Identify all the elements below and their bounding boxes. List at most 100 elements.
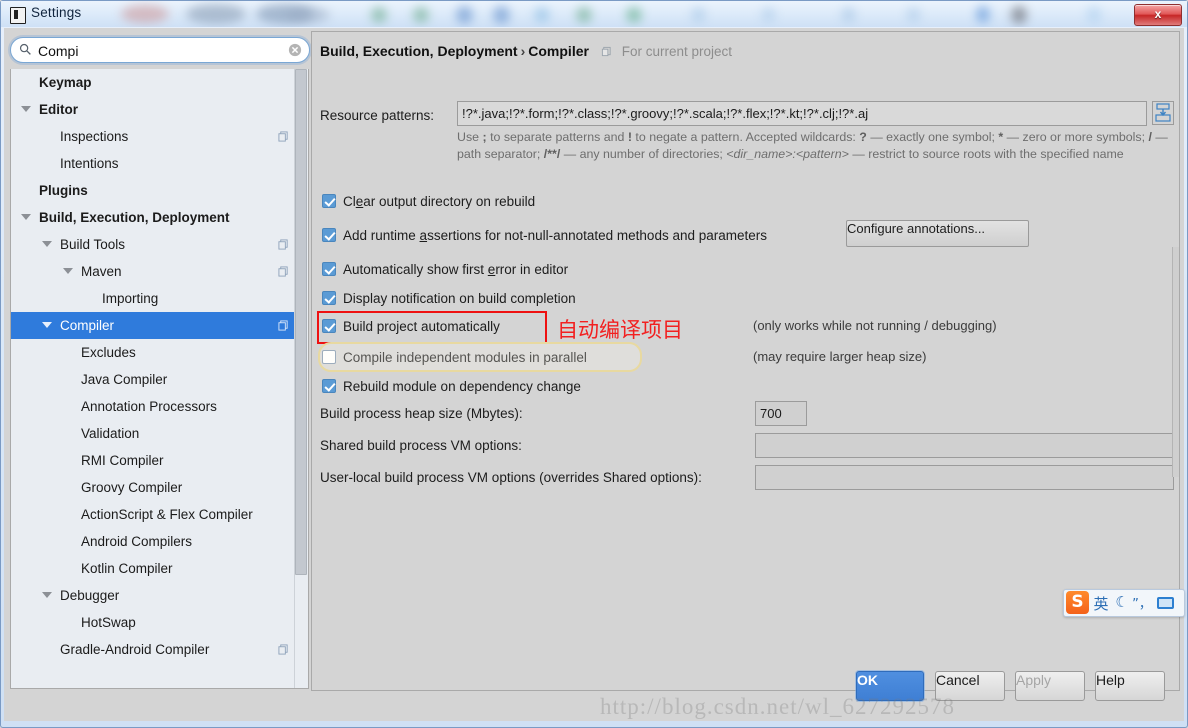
ime-language-mode[interactable]: 英 <box>1092 593 1110 614</box>
sidebar-item-excludes[interactable]: Excludes <box>11 339 297 366</box>
sidebar-item-label: Validation <box>81 426 140 441</box>
cancel-button[interactable]: Cancel <box>935 671 1005 701</box>
help-frag: — any number of directories; <box>560 147 727 161</box>
sidebar-item-android-compilers[interactable]: Android Compilers <box>11 528 297 555</box>
sidebar-item-label: Importing <box>102 291 159 306</box>
configure-annotations-button[interactable]: Configure annotations... <box>846 220 1029 247</box>
clear-circle-icon[interactable] <box>288 43 302 57</box>
title-bar: Settings x <box>1 1 1187 27</box>
sidebar-item-label: HotSwap <box>81 615 136 630</box>
help-frag: to separate patterns and <box>486 130 628 144</box>
sidebar-item-label: Inspections <box>60 129 129 144</box>
chevron-down-icon[interactable] <box>21 214 31 220</box>
glass-blur-blob <box>371 7 387 23</box>
sogou-ime-toolbar[interactable]: S 英 ☾ ”， <box>1063 589 1185 617</box>
glass-blur-blob <box>1086 6 1102 24</box>
settings-dialog-window: Settings x Keymap Editor Inspections Intent… <box>0 0 1188 728</box>
sidebar-item-kotlin-compiler[interactable]: Kotlin Compiler <box>11 555 297 582</box>
checkbox-box[interactable] <box>322 350 336 364</box>
sidebar-item-java-compiler[interactable]: Java Compiler <box>11 366 297 393</box>
glass-blur-blob <box>626 7 642 23</box>
sidebar-item-label: ActionScript & Flex Compiler <box>81 507 253 522</box>
sidebar-scrollbar-thumb[interactable] <box>295 69 307 575</box>
sidebar-item-label: Java Compiler <box>81 372 168 387</box>
glass-blur-blob <box>286 7 330 23</box>
sidebar-item-label: Compiler <box>60 318 115 333</box>
sidebar-item-build-execution-deployment[interactable]: Build, Execution, Deployment <box>11 204 297 231</box>
glass-blur-blob <box>1011 6 1027 24</box>
userlocal-vm-options-input[interactable] <box>755 465 1174 490</box>
sidebar-item-groovy-compiler[interactable]: Groovy Compiler <box>11 474 297 501</box>
chevron-down-icon[interactable] <box>42 322 52 328</box>
copy-settings-icon <box>278 266 288 277</box>
checkbox-box[interactable] <box>322 262 336 276</box>
sidebar-item-plugins[interactable]: Plugins <box>11 177 297 204</box>
expand-patterns-button[interactable] <box>1152 101 1174 125</box>
sidebar-item-label: Kotlin Compiler <box>81 561 173 576</box>
copy-settings-icon <box>278 320 288 331</box>
sidebar-item-rmi-compiler[interactable]: RMI Compiler <box>11 447 297 474</box>
breadcrumb-scope: For current project <box>621 44 733 59</box>
glass-blur-blob <box>121 5 169 23</box>
sidebar-item-hotswap[interactable]: HotSwap <box>11 609 297 636</box>
shared-vm-options-label: Shared build process VM options: <box>320 438 522 453</box>
settings-tree-sidebar[interactable]: Keymap Editor Inspections Intentions Plugins… <box>10 69 309 689</box>
sidebar-item-importing[interactable]: Importing <box>11 285 297 312</box>
sidebar-item-label: Editor <box>39 102 78 117</box>
keyboard-icon[interactable] <box>1157 597 1174 609</box>
settings-search-box[interactable] <box>10 37 310 64</box>
sidebar-scrollbar-track[interactable] <box>294 69 308 688</box>
sidebar-item-build-tools[interactable]: Build Tools <box>11 231 297 258</box>
heap-size-input[interactable] <box>755 401 807 426</box>
checkbox-label: Display notification on build completion <box>343 291 576 306</box>
breadcrumb: Build, Execution, Deployment › Compiler Fo… <box>320 43 732 59</box>
resource-patterns-help: Use ; to separate patterns and ! to nega… <box>457 129 1175 163</box>
checkbox-box[interactable] <box>322 228 336 242</box>
sidebar-item-label: Groovy Compiler <box>81 480 183 495</box>
chevron-down-icon[interactable] <box>42 241 52 247</box>
checkbox-box[interactable] <box>322 379 336 393</box>
help-frag: — restrict to source roots with the spec… <box>848 147 1124 161</box>
sidebar-item-label: Maven <box>81 264 122 279</box>
help-button[interactable]: Help <box>1095 671 1165 701</box>
sidebar-item-compiler[interactable]: Compiler <box>11 312 297 339</box>
chevron-down-icon[interactable] <box>21 106 31 112</box>
userlocal-vm-options-label: User-local build process VM options (ove… <box>320 470 702 485</box>
sidebar-item-keymap[interactable]: Keymap <box>11 69 297 96</box>
sidebar-item-label: Intentions <box>60 156 119 171</box>
search-input[interactable] <box>36 38 288 64</box>
content-scrollbar[interactable] <box>1172 247 1179 477</box>
help-frag: — exactly one symbol; <box>866 130 999 144</box>
checkbox-label: Compile independent modules in parallel <box>343 350 587 365</box>
chevron-down-icon[interactable] <box>63 268 73 274</box>
checkbox-box[interactable] <box>322 319 336 333</box>
sidebar-item-annotation-processors[interactable]: Annotation Processors <box>11 393 297 420</box>
close-icon[interactable]: x <box>1134 4 1182 26</box>
glass-blur-blob <box>413 7 429 23</box>
breadcrumb-part-2: Compiler <box>528 43 589 59</box>
window-title: Settings <box>31 5 82 20</box>
chevron-down-icon[interactable] <box>42 592 52 598</box>
shared-vm-options-input[interactable] <box>755 433 1174 458</box>
sidebar-item-debugger[interactable]: Debugger <box>11 582 297 609</box>
sidebar-item-maven[interactable]: Maven <box>11 258 297 285</box>
glass-blur-blob <box>976 6 990 23</box>
moon-icon[interactable]: ☾ <box>1114 593 1130 611</box>
ok-button[interactable]: OK <box>856 671 924 701</box>
glass-blur-blob <box>493 6 510 24</box>
sogou-logo-icon[interactable]: S <box>1066 591 1089 614</box>
sidebar-item-actionscript-flex-compiler[interactable]: ActionScript & Flex Compiler <box>11 501 297 528</box>
sidebar-item-intentions[interactable]: Intentions <box>11 150 297 177</box>
sidebar-item-label: Annotation Processors <box>81 399 217 414</box>
hint-larger-heap-size: (may require larger heap size) <box>753 349 927 364</box>
checkbox-label: Clear output directory on rebuild <box>343 194 536 209</box>
checkbox-box[interactable] <box>322 194 336 208</box>
dialog-body: Keymap Editor Inspections Intentions Plugins… <box>4 28 1184 721</box>
sidebar-item-gradle-android-compiler[interactable]: Gradle-Android Compiler <box>11 636 297 663</box>
sidebar-item-validation[interactable]: Validation <box>11 420 297 447</box>
resource-patterns-input[interactable] <box>457 101 1147 126</box>
ime-punctuation-mode[interactable]: ”， <box>1132 593 1152 612</box>
sidebar-item-editor[interactable]: Editor <box>11 96 297 123</box>
checkbox-box[interactable] <box>322 291 336 305</box>
sidebar-item-inspections[interactable]: Inspections <box>11 123 297 150</box>
